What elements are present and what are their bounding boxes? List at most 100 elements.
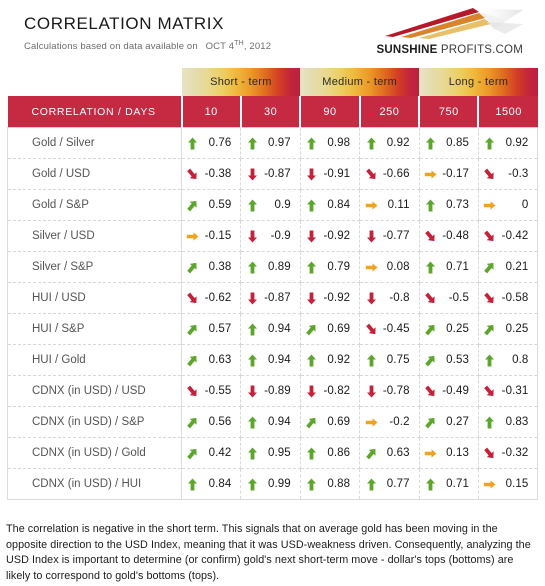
cell-content: -0.87 — [241, 159, 299, 189]
term-band-long: Long - term — [419, 68, 538, 96]
cell-content: 0.92 — [479, 128, 537, 158]
band-spacer — [7, 68, 182, 96]
correlation-cell: 0.8 — [478, 344, 539, 376]
correlation-cell: 0.92 — [300, 344, 361, 376]
up-right-arrow-icon — [186, 199, 199, 212]
correlation-cell: 0.21 — [478, 251, 539, 283]
cell-content: 0.9 — [241, 190, 299, 220]
up-arrow-icon — [305, 354, 318, 367]
cell-content: 0.94 — [241, 314, 299, 344]
cell-content: 0.94 — [241, 407, 299, 437]
table-row: HUI / Gold 0.63 0.94 0.92 0.75 0.53 0.8 — [7, 344, 539, 376]
correlation-value: -0.78 — [382, 385, 410, 397]
caption-text: The correlation is negative in the short… — [6, 523, 531, 582]
correlation-value: -0.5 — [448, 292, 469, 304]
correlation-cell: 0.9 — [240, 189, 301, 221]
correlation-value: 0.77 — [386, 478, 410, 490]
correlation-cell: 0.73 — [419, 189, 479, 221]
cell-content: 0.57 — [182, 314, 240, 344]
term-band-medium-label: Medium - term — [322, 76, 398, 88]
correlation-cell: 0.84 — [300, 189, 361, 221]
row-label: HUI / USD — [7, 282, 182, 314]
correlation-cell: -0.89 — [240, 375, 301, 407]
row-label: Gold / USD — [7, 158, 182, 190]
column-header-250[interactable]: 250 — [359, 96, 421, 128]
cell-content: 0.71 — [420, 469, 478, 499]
right-arrow-icon — [186, 230, 199, 243]
correlation-value: -0.92 — [323, 230, 351, 242]
column-header-750[interactable]: 750 — [419, 96, 480, 128]
down-arrow-icon — [365, 292, 378, 305]
correlation-cell: 0 — [478, 189, 539, 221]
cell-content: 0.88 — [301, 469, 359, 499]
correlation-value: 0.15 — [505, 478, 529, 490]
correlation-cell: 0.38 — [181, 251, 242, 283]
correlation-cell: 0.86 — [300, 437, 361, 469]
correlation-value: 0.21 — [505, 261, 529, 273]
up-arrow-icon — [305, 478, 318, 491]
correlation-cell: 0.97 — [240, 127, 301, 159]
down-right-arrow-icon — [186, 385, 199, 398]
term-band-medium: Medium - term — [300, 68, 420, 96]
correlation-value: 0.71 — [446, 261, 469, 273]
cell-content: -0.49 — [420, 376, 478, 406]
table-row: Silver / USD -0.15 -0.9 -0.92 -0.77 -0.48 -0.4… — [7, 220, 539, 252]
correlation-value: 0.8 — [512, 354, 529, 366]
correlation-cell: -0.92 — [300, 220, 361, 252]
correlation-cell: -0.9 — [240, 220, 301, 252]
cell-content: 0.79 — [301, 252, 359, 282]
cell-content: 0.27 — [420, 407, 478, 437]
column-header-10[interactable]: 10 — [181, 96, 242, 128]
correlation-cell: 0.63 — [181, 344, 242, 376]
down-arrow-icon — [305, 168, 318, 181]
subtitle-prefix: Calculations based on data available on — [24, 41, 198, 53]
correlation-cell: -0.66 — [359, 158, 420, 190]
correlation-value: 0.97 — [268, 137, 291, 149]
column-header-90[interactable]: 90 — [300, 96, 361, 128]
cell-content: 0.86 — [301, 438, 359, 468]
table-row: HUI / S&P 0.57 0.94 0.69 -0.45 0.25 0.25 — [7, 313, 539, 345]
up-arrow-icon — [483, 416, 496, 429]
correlation-value: 0.9 — [274, 199, 291, 211]
row-label: Silver / USD — [7, 220, 182, 252]
column-header-30[interactable]: 30 — [240, 96, 302, 128]
logo-word-profits: PROFITS.COM — [437, 44, 523, 56]
cell-content: -0.82 — [301, 376, 359, 406]
cell-content: 0.63 — [360, 438, 418, 468]
subtitle-date-main: OCT 4 — [205, 41, 235, 53]
correlation-value: -0.92 — [323, 292, 351, 304]
cell-content: -0.92 — [301, 283, 359, 313]
up-arrow-icon — [424, 261, 437, 274]
correlation-cell: -0.42 — [478, 220, 539, 252]
cell-content: -0.77 — [360, 221, 418, 251]
correlation-cell: 0.92 — [478, 127, 539, 159]
correlation-value: 0.25 — [505, 323, 529, 335]
cell-content: -0.15 — [182, 221, 240, 251]
subtitle-date-ordinal: TH — [234, 40, 244, 47]
down-arrow-icon — [246, 230, 259, 243]
correlation-value: -0.42 — [501, 230, 529, 242]
correlation-cell: -0.77 — [359, 220, 420, 252]
cell-content: 0.25 — [479, 314, 537, 344]
correlation-cell: 0.94 — [240, 313, 301, 345]
correlation-value: 0.76 — [208, 137, 232, 149]
correlation-cell: -0.78 — [359, 375, 420, 407]
sunshine-profits-logo[interactable]: SUNSHINE PROFITS.COM — [351, 6, 531, 58]
cell-content: 0.83 — [479, 407, 537, 437]
up-right-arrow-icon — [424, 354, 437, 367]
table-row: HUI / USD -0.62 -0.87 -0.92 -0.8 -0.5 -0.58 — [7, 282, 539, 314]
up-arrow-icon — [305, 137, 318, 150]
row-label: Gold / Silver — [7, 127, 182, 159]
up-right-arrow-icon — [483, 323, 496, 336]
correlation-cell: -0.87 — [240, 158, 301, 190]
correlation-value: 0.94 — [268, 323, 291, 335]
correlation-value: 0.27 — [446, 416, 469, 428]
column-header-1500[interactable]: 1500 — [478, 96, 538, 128]
cell-content: 0.94 — [241, 345, 299, 375]
correlation-value: -0.66 — [382, 168, 410, 180]
row-label: CDNX (in USD) / Gold — [7, 437, 182, 469]
up-arrow-icon — [305, 447, 318, 460]
cell-content: 0.76 — [182, 128, 240, 158]
matrix-head: Short - term Medium - term Long - term C… — [7, 68, 538, 128]
down-right-arrow-icon — [186, 292, 199, 305]
